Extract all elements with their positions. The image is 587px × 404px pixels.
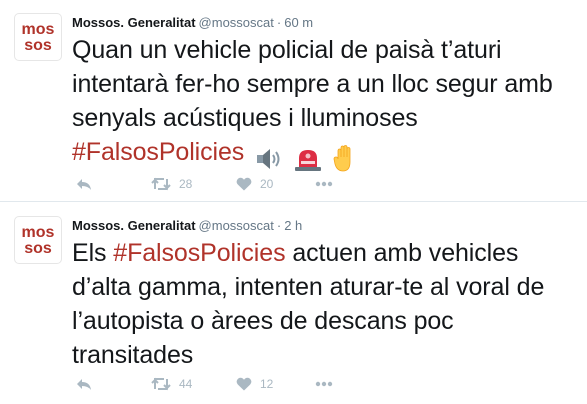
tweet-actions: 44 12	[72, 374, 372, 394]
hashtag-link[interactable]: #FalsosPolicies	[113, 239, 285, 267]
reply-icon	[77, 379, 91, 390]
author-handle[interactable]: @mossoscat	[199, 218, 274, 233]
avatar-line-2: sos	[24, 37, 52, 54]
tweet-header: Mossos. Generalitat @mossoscat · 60 m	[72, 15, 313, 31]
mossos-logo: mos sos	[22, 21, 55, 54]
hashtag-link[interactable]: #FalsosPolicies	[72, 138, 244, 166]
timestamp[interactable]: 2 h	[284, 218, 302, 233]
more-button[interactable]	[315, 374, 333, 394]
like-count: 12	[260, 377, 274, 391]
tweet-text: Quan un vehicle policial de paisà t’atur…	[72, 33, 577, 175]
reply-button[interactable]	[76, 174, 92, 194]
tweet-actions: 28 20	[72, 174, 372, 194]
author-name[interactable]: Mossos. Generalitat	[72, 15, 196, 30]
author-name[interactable]: Mossos. Generalitat	[72, 218, 196, 233]
tweet[interactable]: mos sos Mossos. Generalitat @mossoscat · 2 …	[0, 203, 587, 404]
tweet[interactable]: mos sos Mossos. Generalitat @mossoscat · 60…	[0, 0, 587, 202]
tweet-text-body: Quan un vehicle policial de paisà t’atur…	[72, 36, 553, 132]
emoji-group	[255, 141, 357, 175]
like-count: 20	[260, 177, 274, 191]
tweet-header: Mossos. Generalitat @mossoscat · 2 h	[72, 218, 302, 234]
like-button[interactable]: 12	[236, 374, 273, 394]
retweet-count: 28	[179, 177, 193, 191]
mossos-logo: mos sos	[22, 224, 55, 257]
separator: ·	[276, 15, 282, 30]
retweet-icon	[151, 377, 171, 391]
like-button[interactable]: 20	[236, 174, 273, 194]
reply-icon	[77, 179, 91, 190]
author-handle[interactable]: @mossoscat	[199, 15, 274, 30]
retweet-count: 44	[179, 377, 193, 391]
avatar[interactable]: mos sos	[14, 216, 62, 264]
avatar-line-1: mos	[22, 21, 55, 38]
avatar-line-2: sos	[24, 240, 52, 257]
separator: ·	[276, 218, 282, 233]
more-button[interactable]	[315, 174, 333, 194]
police-light-icon	[294, 150, 321, 172]
retweet-icon	[151, 177, 171, 191]
tweet-text-body: Els	[72, 239, 114, 267]
retweet-button[interactable]: 44	[151, 374, 192, 394]
timeline: mos sos Mossos. Generalitat @mossoscat · 60…	[0, 0, 587, 404]
avatar[interactable]: mos sos	[14, 13, 62, 61]
avatar-line-1: mos	[22, 224, 55, 241]
more-icon	[315, 181, 333, 187]
tweet-text: Els #FalsosPolicies actuen amb vehicles …	[72, 236, 577, 372]
retweet-button[interactable]: 28	[151, 174, 192, 194]
timestamp[interactable]: 60 m	[284, 15, 313, 30]
more-icon	[315, 381, 333, 387]
raised-hand-icon	[333, 145, 351, 172]
reply-button[interactable]	[76, 374, 92, 394]
heart-icon	[236, 377, 252, 391]
heart-icon	[236, 177, 252, 191]
speaker-icon	[257, 149, 280, 170]
tweet-divider	[0, 201, 587, 202]
